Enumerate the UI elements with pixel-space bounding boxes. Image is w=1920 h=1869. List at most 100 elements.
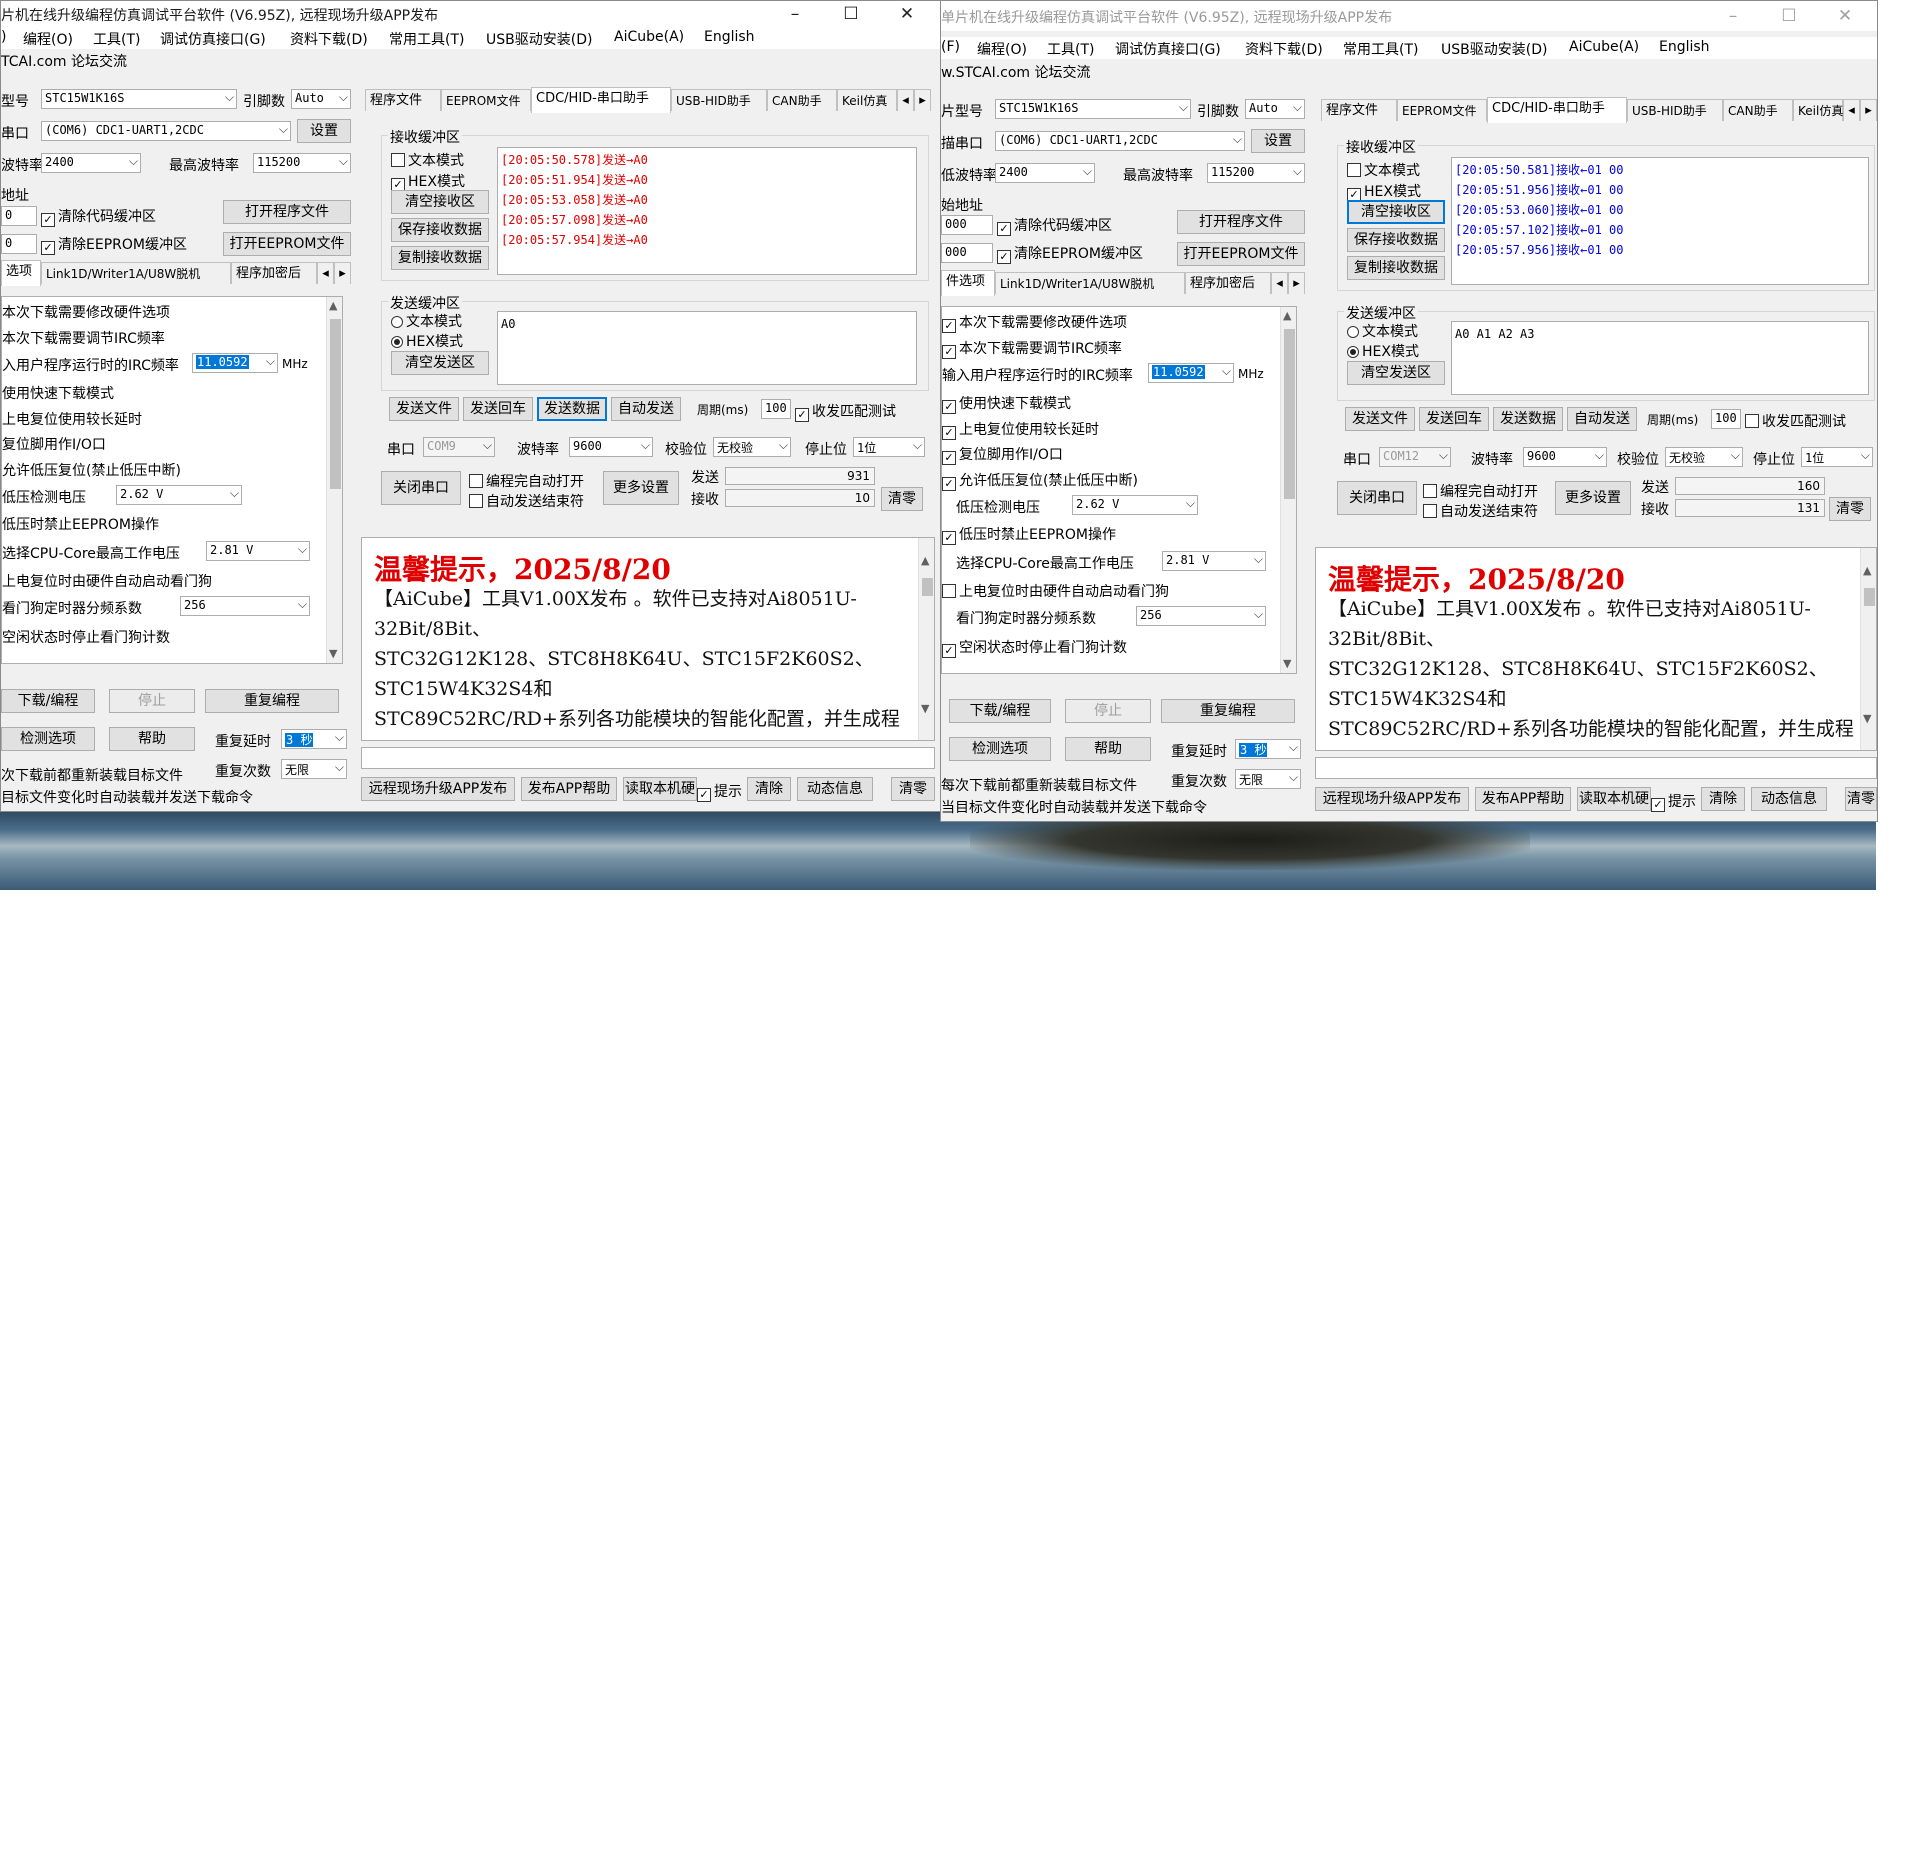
scroll-thumb[interactable] [1284, 329, 1295, 499]
menu-common-tools[interactable]: 常用工具(T) [1343, 39, 1418, 59]
open-eeprom-file-button[interactable]: 打开EEPROM文件 [223, 232, 351, 256]
send-textarea[interactable]: A0 [497, 311, 917, 385]
stop-bits-select[interactable]: 1位 ⌵ [1801, 447, 1873, 467]
clear-send-button[interactable]: 清空发送区 [1347, 361, 1445, 385]
option-reset-pin-io[interactable]: 复位脚用作I/O口 [2, 434, 106, 454]
tab-program-file[interactable]: 程序文件 [365, 89, 441, 111]
menu-program[interactable]: 编程(O) [23, 29, 73, 49]
check-options-button[interactable]: 检测选项 [1, 727, 95, 751]
tab-eeprom-file[interactable]: EEPROM文件 [441, 89, 531, 111]
send-file-button[interactable]: 发送文件 [389, 397, 459, 421]
send-enter-button[interactable]: 发送回车 [463, 397, 533, 421]
tab-usb-hid[interactable]: USB-HID助手 [1627, 99, 1723, 121]
pin-count-select[interactable]: Auto ⌵ [1245, 99, 1305, 119]
mcu-type-select[interactable]: STC15W1K16S ⌵ [995, 99, 1191, 119]
scroll-thumb[interactable] [1864, 588, 1875, 606]
auto-send-button[interactable]: 自动发送 [1567, 407, 1637, 431]
menu-common-tools[interactable]: 常用工具(T) [389, 29, 464, 49]
option-modify-hardware[interactable]: 本次下载需要修改硬件选项 [2, 302, 170, 322]
tip-checkbox[interactable]: ✓ 提示 [697, 781, 742, 802]
maximize-icon[interactable]: ☐ [829, 3, 873, 25]
option-adjust-irc[interactable]: ✓ 本次下载需要调节IRC频率 [942, 338, 1122, 359]
reload-before-download-option[interactable]: 每次下载前都重新装载目标文件 [941, 775, 1137, 795]
cpu-voltage-select[interactable]: 2.81 V ⌵ [206, 541, 310, 561]
clear-code-checkbox[interactable]: ✓ 清除代码缓冲区 [41, 206, 156, 227]
save-receive-button[interactable]: 保存接收数据 [1347, 228, 1445, 252]
scroll-up-icon[interactable]: ▲ [1863, 564, 1871, 577]
menu-tools[interactable]: 工具(T) [93, 29, 140, 49]
tab-scroll-right-icon[interactable]: ▸ [914, 89, 931, 111]
scroll-down-icon[interactable]: ▼ [329, 647, 337, 660]
send-data-button[interactable]: 发送数据 [537, 397, 607, 421]
com-port-select[interactable]: COM12 ⌵ [1379, 447, 1451, 467]
send-hex-mode-radio[interactable]: HEX模式 [391, 331, 463, 351]
save-receive-button[interactable]: 保存接收数据 [391, 218, 489, 242]
code-address-input[interactable]: 0 [1, 206, 37, 226]
scroll-thumb[interactable] [922, 578, 933, 596]
option-long-reset-delay[interactable]: ✓ 上电复位使用较长延时 [942, 419, 1099, 440]
clear-send-button[interactable]: 清空发送区 [391, 351, 489, 375]
close-port-button[interactable]: 关闭串口 [1337, 481, 1417, 515]
tab-hardware-options[interactable]: 选项 [1, 260, 41, 286]
eeprom-address-input[interactable]: 0 [1, 234, 37, 254]
period-input[interactable]: 100 [1711, 409, 1741, 429]
parity-select[interactable]: 无校验 ⌵ [1665, 447, 1743, 467]
tab-scroll-left-icon[interactable]: ◂ [317, 262, 334, 284]
menu-tools[interactable]: 工具(T) [1047, 39, 1094, 59]
period-input[interactable]: 100 [761, 399, 791, 419]
menu-docs[interactable]: 资料下载(D) [290, 29, 368, 49]
tip-checkbox[interactable]: ✓ 提示 [1651, 791, 1696, 812]
tab-scroll-right-icon[interactable]: ▸ [1860, 99, 1877, 121]
send-textarea[interactable]: A0 A1 A2 A3 [1451, 321, 1869, 395]
options-scrollbar[interactable]: ▲ ▼ [1280, 307, 1296, 673]
option-idle-stop-watchdog[interactable]: ✓ 空闲状态时停止看门狗计数 [942, 637, 1127, 658]
stop-button[interactable]: 停止 [1065, 699, 1151, 723]
option-low-voltage-reset[interactable]: 允许低压复位(禁止低压中断) [2, 460, 181, 480]
app-help-button[interactable]: 发布APP帮助 [521, 777, 617, 801]
repeat-program-button[interactable]: 重复编程 [205, 689, 339, 713]
forum-link[interactable]: w.STCAI.com 论坛交流 [941, 62, 1091, 82]
send-text-mode-radio[interactable]: 文本模式 [1347, 321, 1418, 341]
help-button[interactable]: 帮助 [1065, 737, 1151, 761]
close-icon[interactable]: ✕ [885, 3, 929, 25]
option-reset-pin-io[interactable]: ✓ 复位脚用作I/O口 [942, 444, 1063, 465]
menu-docs[interactable]: 资料下载(D) [1245, 39, 1323, 59]
recv-hex-mode-checkbox[interactable]: ✓ HEX模式 [1347, 181, 1421, 202]
tab-scroll-left-icon[interactable]: ◂ [1271, 272, 1288, 294]
options-scrollbar[interactable]: ▲ ▼ [326, 297, 342, 663]
scroll-up-icon[interactable]: ▲ [1283, 309, 1291, 322]
menu-debug[interactable]: 调试仿真接口(G) [160, 29, 266, 49]
read-hardware-button[interactable]: 读取本机硬 [623, 777, 697, 801]
scroll-up-icon[interactable]: ▲ [329, 299, 337, 312]
open-eeprom-file-button[interactable]: 打开EEPROM文件 [1177, 242, 1305, 266]
match-test-checkbox[interactable]: 收发匹配测试 [1745, 411, 1846, 431]
maximize-icon[interactable]: ☐ [1767, 5, 1811, 27]
mcu-type-select[interactable]: STC15W1K16S ⌵ [41, 89, 237, 109]
option-long-reset-delay[interactable]: 上电复位使用较长延时 [2, 409, 142, 429]
scroll-down-icon[interactable]: ▼ [1863, 712, 1871, 725]
option-fast-download[interactable]: ✓ 使用快速下载模式 [942, 393, 1071, 414]
read-hardware-button[interactable]: 读取本机硬 [1577, 787, 1651, 811]
repeat-count-select[interactable]: 无限 ⌵ [1235, 769, 1301, 789]
open-program-file-button[interactable]: 打开程序文件 [223, 200, 351, 224]
scroll-thumb[interactable] [330, 319, 341, 489]
stop-button[interactable]: 停止 [109, 689, 195, 713]
tab-offline[interactable]: Link1D/Writer1A/U8W脱机 [41, 262, 231, 284]
auto-send-end-checkbox[interactable]: 自动发送结束符 [469, 491, 584, 511]
send-file-button[interactable]: 发送文件 [1345, 407, 1415, 431]
dynamic-info-button[interactable]: 动态信息 [1751, 787, 1827, 811]
clear-code-checkbox[interactable]: ✓ 清除代码缓冲区 [997, 215, 1112, 236]
receive-textarea[interactable]: [20:05:50.578]发送→A0 [20:05:51.954]发送→A0 … [497, 147, 917, 275]
tab-encryption[interactable]: 程序加密后 [231, 262, 317, 284]
menu-english[interactable]: English [704, 29, 755, 45]
baud-rate-select[interactable]: 9600 ⌵ [569, 437, 653, 457]
minimize-icon[interactable]: – [1711, 5, 1755, 27]
code-address-input[interactable]: 000 [941, 215, 993, 235]
menu-file[interactable]: (F) [941, 39, 960, 55]
menu-usb-driver[interactable]: USB驱动安装(D) [1441, 39, 1547, 59]
remote-upgrade-button[interactable]: 远程现场升级APP发布 [1315, 787, 1469, 811]
tab-encryption[interactable]: 程序加密后 [1185, 272, 1271, 294]
send-text-mode-radio[interactable]: 文本模式 [391, 311, 462, 331]
tab-scroll-left-icon[interactable]: ◂ [1843, 99, 1860, 121]
forum-link[interactable]: TCAI.com 论坛交流 [1, 51, 127, 71]
